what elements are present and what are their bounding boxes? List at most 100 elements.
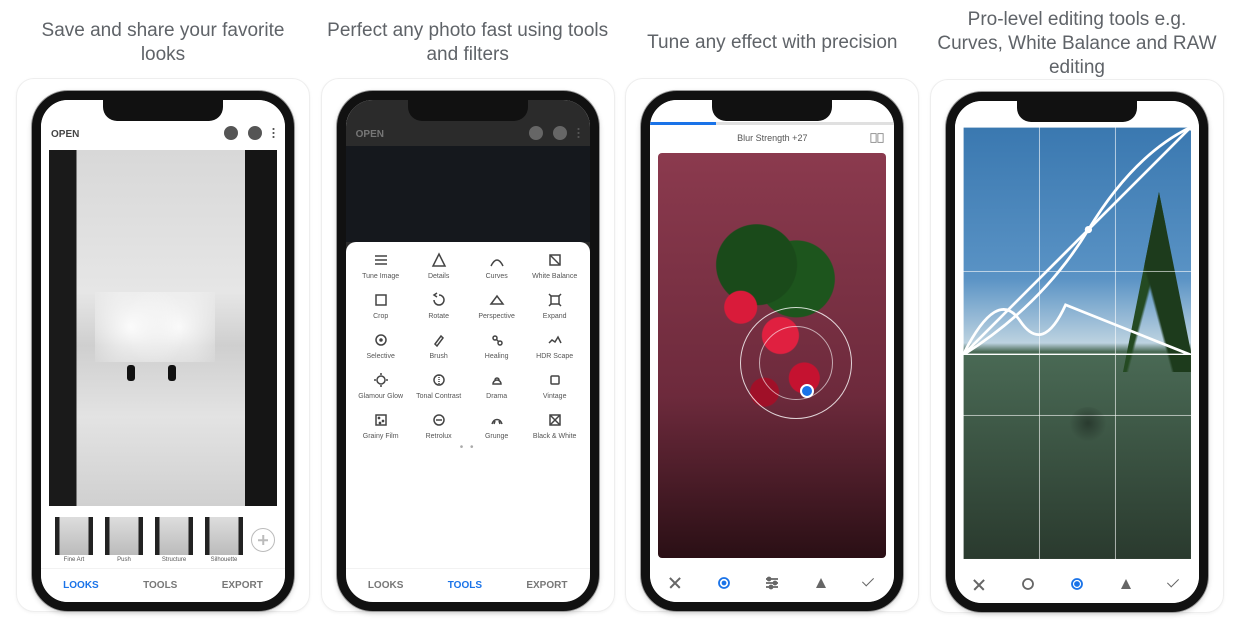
tool-retrolux[interactable]: Retrolux <box>410 410 468 440</box>
tool-grunge[interactable]: Grunge <box>468 410 526 440</box>
notch <box>103 99 223 121</box>
look-label: Push <box>117 557 131 563</box>
screen-curves <box>955 101 1199 603</box>
tool-expand[interactable]: Expand <box>526 290 584 320</box>
tool-label: Vintage <box>543 393 567 400</box>
tool-icon <box>429 330 449 350</box>
open-button[interactable]: OPEN <box>51 129 79 140</box>
tab-tools[interactable]: TOOLS <box>143 580 177 591</box>
tool-icon <box>545 330 565 350</box>
tool-perspective[interactable]: Perspective <box>468 290 526 320</box>
tool-grainy-film[interactable]: Grainy Film <box>352 410 410 440</box>
tool-tonal-contrast[interactable]: Tonal Contrast <box>410 370 468 400</box>
tool-label: Drama <box>486 393 507 400</box>
channel-luminance-button[interactable] <box>1019 575 1037 593</box>
focus-shape-button[interactable] <box>715 574 733 592</box>
notch <box>408 99 528 121</box>
cancel-button[interactable] <box>666 574 684 592</box>
tool-label: HDR Scape <box>536 353 573 360</box>
transition-icon[interactable] <box>812 574 830 592</box>
tool-icon <box>371 410 391 430</box>
tool-label: Tune Image <box>362 273 399 280</box>
tool-healing[interactable]: Healing <box>468 330 526 360</box>
info-icon[interactable] <box>553 126 567 140</box>
open-button[interactable]: OPEN <box>356 129 384 140</box>
curves-line[interactable] <box>963 127 1191 355</box>
tool-hdr-scape[interactable]: HDR Scape <box>526 330 584 360</box>
tool-selective[interactable]: Selective <box>352 330 410 360</box>
overflow-menu-icon[interactable] <box>272 127 275 139</box>
tool-icon <box>545 250 565 270</box>
tool-brush[interactable]: Brush <box>410 330 468 360</box>
tool-label: Retrolux <box>426 433 452 440</box>
looks-strip: Fine Art Push Structure Silhouette <box>41 512 285 568</box>
sliders-icon[interactable] <box>763 574 781 592</box>
caption: Save and share your favorite looks <box>16 8 310 78</box>
look-thumbnail <box>155 517 193 555</box>
tool-drama[interactable]: Drama <box>468 370 526 400</box>
tool-white-balance[interactable]: White Balance <box>526 250 584 280</box>
tool-label: Selective <box>366 353 394 360</box>
look-item[interactable]: Silhouette <box>201 517 247 563</box>
info-icon[interactable] <box>248 126 262 140</box>
tool-glamour-glow[interactable]: Glamour Glow <box>352 370 410 400</box>
cancel-button[interactable] <box>970 575 988 593</box>
tool-label: Crop <box>373 313 388 320</box>
tool-icon <box>487 410 507 430</box>
look-item[interactable]: Structure <box>151 517 197 563</box>
photo-preview[interactable] <box>49 150 277 506</box>
tool-label: Grunge <box>485 433 508 440</box>
look-item[interactable]: Push <box>101 517 147 563</box>
layers-icon[interactable] <box>224 126 238 140</box>
tool-label: Rotate <box>428 313 449 320</box>
channel-picker-button[interactable] <box>1068 575 1086 593</box>
tool-icon <box>371 330 391 350</box>
tool-curves[interactable]: Curves <box>468 250 526 280</box>
tab-tools[interactable]: TOOLS <box>448 580 482 591</box>
tool-icon <box>487 330 507 350</box>
notch <box>1017 100 1137 122</box>
tool-icon <box>545 370 565 390</box>
tool-icon <box>371 290 391 310</box>
tool-rotate[interactable]: Rotate <box>410 290 468 320</box>
layers-icon[interactable] <box>529 126 543 140</box>
tool-icon <box>429 370 449 390</box>
tool-label: Glamour Glow <box>358 393 403 400</box>
phone-mock-1: OPEN Fine Art <box>32 91 294 611</box>
tool-tune-image[interactable]: Tune Image <box>352 250 410 280</box>
tab-export[interactable]: EXPORT <box>222 580 263 591</box>
add-look-button[interactable] <box>251 528 275 552</box>
overflow-menu-icon[interactable] <box>577 127 580 139</box>
photo-preview[interactable] <box>658 153 886 558</box>
tool-details[interactable]: Details <box>410 250 468 280</box>
tool-crop[interactable]: Crop <box>352 290 410 320</box>
promo-panel-4: Pro-level editing tools e.g. Curves, Whi… <box>930 8 1224 612</box>
tab-looks[interactable]: LOOKS <box>63 580 99 591</box>
tool-label: Grainy Film <box>363 433 399 440</box>
tab-export[interactable]: EXPORT <box>526 580 567 591</box>
compare-icon[interactable] <box>870 131 884 145</box>
look-thumbnail <box>205 517 243 555</box>
apply-button[interactable] <box>1166 575 1184 593</box>
histogram-icon[interactable] <box>1117 575 1135 593</box>
look-item[interactable]: Fine Art <box>51 517 97 563</box>
photo-preview-dimmed <box>346 146 590 242</box>
tool-label: Black & White <box>533 433 577 440</box>
apply-button[interactable] <box>861 574 879 592</box>
tool-label: White Balance <box>532 273 577 280</box>
focus-ring[interactable] <box>740 307 852 419</box>
focus-point-handle[interactable] <box>800 384 814 398</box>
tool-icon <box>487 290 507 310</box>
tools-grid: Tune Image DetailsCurves White Balance Crop… <box>352 250 584 440</box>
effect-header: Blur Strength +27 <box>650 125 894 151</box>
look-label: Silhouette <box>211 557 238 563</box>
tab-looks[interactable]: LOOKS <box>368 580 404 591</box>
photo-preview[interactable] <box>963 127 1191 559</box>
tool-black-white[interactable]: Black & White <box>526 410 584 440</box>
phone-mock-2: OPEN Tune Image DetailsCurves White Balanc… <box>337 91 599 611</box>
look-thumbnail <box>55 517 93 555</box>
tool-label: Healing <box>485 353 509 360</box>
tool-vintage[interactable]: Vintage <box>526 370 584 400</box>
effect-toolbar <box>650 564 894 602</box>
phone-mock-3: Blur Strength +27 <box>641 91 903 611</box>
